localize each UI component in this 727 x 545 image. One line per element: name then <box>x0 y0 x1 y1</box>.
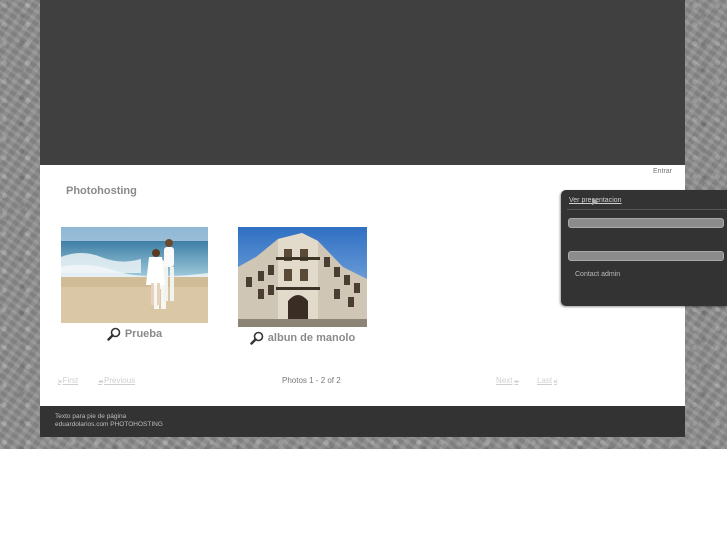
album-caption: Prueba <box>61 327 208 341</box>
login-link[interactable]: Entrar <box>653 168 672 175</box>
panel-divider <box>567 209 727 210</box>
play-arrow-icon: ▶ <box>592 196 599 206</box>
side-panel: Ver presentacion ▶ Contact admin <box>561 190 727 306</box>
pager-next-label: Next <box>496 376 513 385</box>
magnifier-icon[interactable] <box>250 331 264 345</box>
pager-last-link[interactable]: Last ▸| <box>537 376 559 385</box>
pager-last-label: Last <box>537 376 553 385</box>
album-card-prueba: Prueba <box>61 227 208 341</box>
pager-first-label: First <box>62 376 79 385</box>
page-title: Photohosting <box>66 185 137 197</box>
album-title-link[interactable]: Prueba <box>125 328 162 340</box>
album-thumbnail-manolo[interactable] <box>238 227 367 327</box>
footer-credit: eduardolarios.com PHOTOHOSTING <box>55 421 163 428</box>
pager-next-link[interactable]: Next ▸▸ <box>496 376 520 385</box>
last-arrow-icon: ▸| <box>554 379 557 385</box>
first-arrow-icon: |◂ <box>58 379 61 385</box>
pager-previous-label: Previous <box>104 376 136 385</box>
beach-couple-photo <box>61 227 208 323</box>
previous-arrow-icon: ◂◂ <box>98 379 103 385</box>
contact-admin-link[interactable]: Contact admin <box>575 271 620 278</box>
pager-previous-link[interactable]: ◂◂ Previous <box>96 376 135 385</box>
album-thumbnail-prueba[interactable] <box>61 227 208 323</box>
old-building-photo <box>238 227 367 327</box>
panel-field-2[interactable] <box>568 251 724 261</box>
footer: Texto para pie de página eduardolarios.c… <box>40 406 685 437</box>
pager-status: Photos 1 - 2 of 2 <box>282 376 341 385</box>
header-banner <box>40 0 685 165</box>
magnifier-icon[interactable] <box>107 327 121 341</box>
panel-field-1[interactable] <box>568 218 724 228</box>
album-caption: albun de manolo <box>238 331 367 345</box>
footer-text: Texto para pie de página <box>55 413 127 420</box>
album-card-manolo: albun de manolo <box>238 227 367 345</box>
album-title-link[interactable]: albun de manolo <box>268 332 355 344</box>
next-arrow-icon: ▸▸ <box>514 379 519 385</box>
pager-first-link[interactable]: |◂ First <box>56 376 78 385</box>
